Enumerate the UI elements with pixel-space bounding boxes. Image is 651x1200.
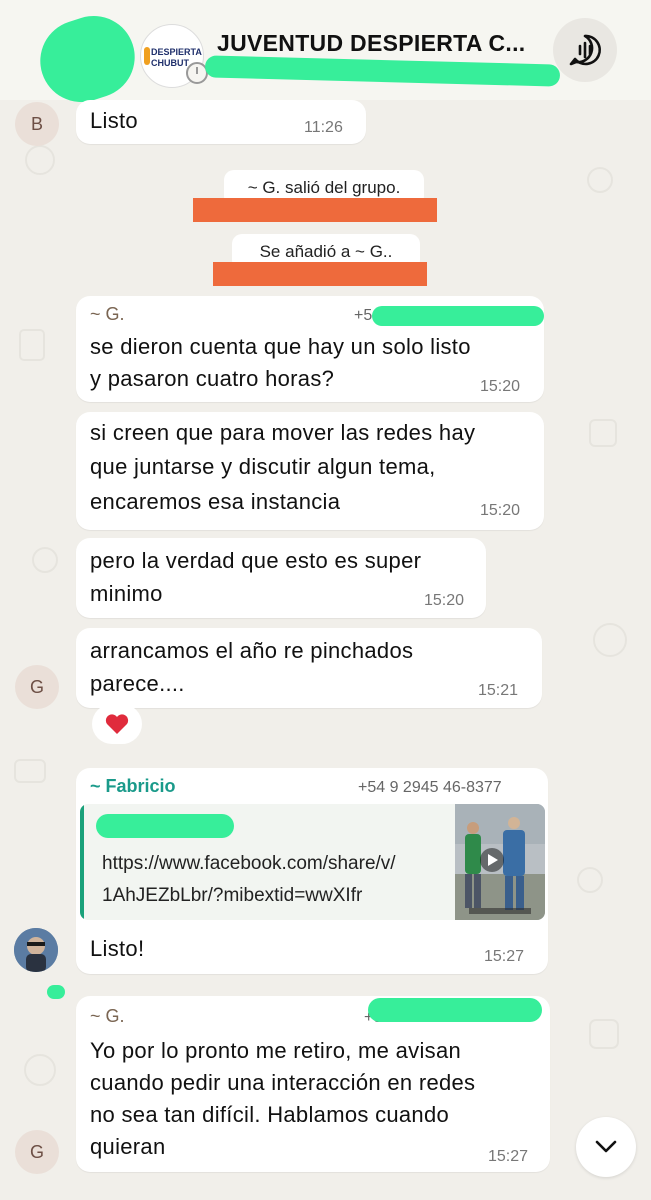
- message-bubble[interactable]: ~ G. +54 9 Yo por lo pronto me retiro, m…: [76, 996, 550, 1172]
- avatar-fabricio[interactable]: [14, 928, 58, 972]
- redaction-mark: [96, 814, 234, 838]
- chat-header: DESPIERTA CHUBUT JUVENTUD DESPIERTA C...: [0, 0, 651, 113]
- message-text-line: minimo: [90, 581, 163, 606]
- redaction-mark: [193, 198, 437, 222]
- sender-name: ~ Fabricio: [90, 776, 176, 796]
- redaction-mark: [29, 5, 146, 113]
- message-text-line: cuando pedir una interacción en redes: [90, 1070, 476, 1095]
- logo-text-top: DESPIERTA: [151, 47, 202, 57]
- chevron-down-icon: [595, 1140, 617, 1153]
- message-text-line: encaremos esa instancia: [90, 489, 341, 514]
- message-text-line: pero la verdad que esto es super: [90, 548, 422, 573]
- message-time: 15:21: [478, 682, 519, 699]
- quoted-url-line[interactable]: 1AhJEZbLbr/?mibextid=wwXIfr: [102, 880, 362, 912]
- logo-text-bottom: CHUBUT: [151, 58, 189, 68]
- message-time: 15:27: [488, 1148, 529, 1165]
- quote-bar: [80, 804, 84, 920]
- message-text-line: y pasaron cuatro horas?: [90, 366, 335, 391]
- message-time: 15:27: [484, 948, 525, 965]
- message-text: Listo: [90, 108, 138, 133]
- message-bubble[interactable]: si creen que para mover las redes hay qu…: [76, 412, 544, 530]
- redaction-mark: [372, 306, 544, 326]
- message-text-line: quieran: [90, 1134, 166, 1159]
- message-time: 15:20: [480, 378, 521, 395]
- message-bubble[interactable]: Listo 11:26: [76, 100, 366, 144]
- reaction-badge[interactable]: [92, 704, 142, 744]
- message-time: 15:20: [480, 502, 521, 519]
- message-text-line: si creen que para mover las redes hay: [90, 420, 476, 445]
- message-time: 15:20: [424, 592, 465, 609]
- message-text-line: Yo por lo pronto me retiro, me avisan: [90, 1038, 462, 1063]
- sender-phone: +5: [354, 307, 373, 324]
- message-text-line: que juntarse y discutir algun tema,: [90, 454, 436, 479]
- redaction-mark: [368, 998, 542, 1022]
- message-bubble[interactable]: pero la verdad que esto es super minimo …: [76, 538, 486, 618]
- redaction-mark: [47, 985, 65, 999]
- message-text-line: parece....: [90, 671, 185, 696]
- message-text: Listo!: [90, 936, 145, 961]
- avatar[interactable]: G: [15, 1130, 59, 1174]
- sender-name: ~ G.: [90, 304, 125, 324]
- heart-icon: [105, 714, 129, 734]
- avatar[interactable]: G: [15, 665, 59, 709]
- video-thumbnail[interactable]: [455, 804, 545, 920]
- message-text-line: arrancamos el año re pinchados: [90, 638, 414, 663]
- redaction-mark: [204, 55, 561, 87]
- group-title[interactable]: JUVENTUD DESPIERTA C...: [217, 30, 537, 57]
- quoted-url-line[interactable]: https://www.facebook.com/share/v/: [102, 848, 396, 880]
- group-call-button[interactable]: [553, 18, 617, 82]
- sender-name: ~ G.: [90, 1006, 125, 1026]
- sender-phone: +54 9 2945 46-8377: [358, 779, 502, 796]
- redaction-mark: [213, 262, 427, 286]
- scroll-down-button[interactable]: [576, 1117, 636, 1177]
- message-text-line: se dieron cuenta que hay un solo listo: [90, 334, 471, 359]
- avatar[interactable]: B: [15, 102, 59, 146]
- message-text-line: no sea tan difícil. Hablamos cuando: [90, 1102, 450, 1127]
- logo-mark: [144, 47, 150, 65]
- message-time: 11:26: [304, 119, 343, 136]
- group-call-icon: [569, 34, 601, 66]
- message-bubble[interactable]: arrancamos el año re pinchados parece...…: [76, 628, 542, 708]
